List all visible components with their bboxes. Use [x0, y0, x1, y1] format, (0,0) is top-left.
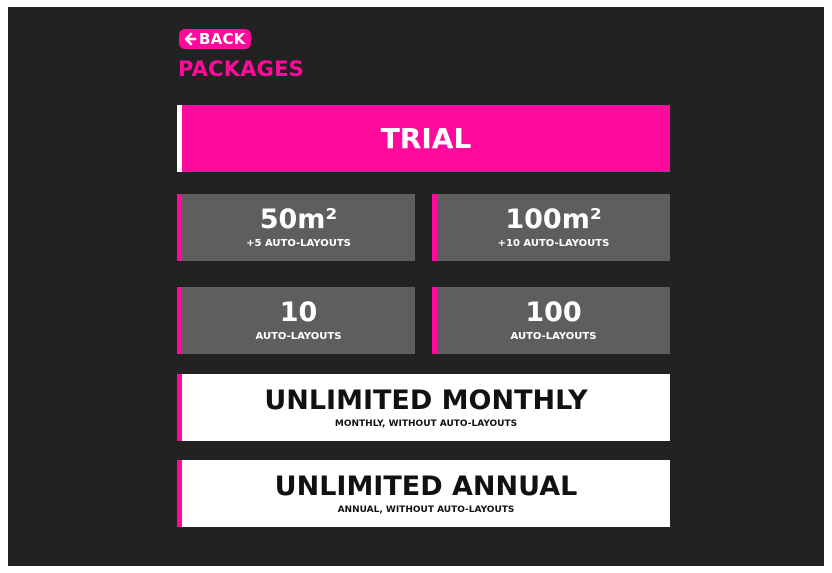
- app-screen: BACK PACKAGES TRIAL 50m² +5 AUTO-LAYOUTS…: [8, 7, 824, 566]
- package-100-layouts-button[interactable]: 100 AUTO-LAYOUTS: [432, 287, 670, 354]
- package-100-layouts-label: 100: [525, 297, 582, 328]
- package-100-layouts-sublabel: AUTO-LAYOUTS: [510, 331, 597, 342]
- package-100m2-sublabel: +10 AUTO-LAYOUTS: [497, 238, 610, 249]
- back-button-label: BACK: [199, 30, 246, 48]
- package-trial-label: TRIAL: [380, 122, 472, 155]
- package-unlimited-monthly-button[interactable]: UNLIMITED MONTHLY MONTHLY, WITHOUT AUTO-…: [177, 374, 670, 441]
- package-unlimited-annual-label: UNLIMITED ANNUAL: [274, 470, 578, 502]
- page-title: PACKAGES: [178, 57, 304, 81]
- package-unlimited-monthly-sublabel: MONTHLY, WITHOUT AUTO-LAYOUTS: [334, 418, 518, 429]
- package-100m2-button[interactable]: 100m² +10 AUTO-LAYOUTS: [432, 194, 670, 261]
- package-unlimited-annual-button[interactable]: UNLIMITED ANNUAL ANNUAL, WITHOUT AUTO-LA…: [177, 460, 670, 527]
- package-10-layouts-sublabel: AUTO-LAYOUTS: [255, 331, 342, 342]
- package-50m2-sublabel: +5 AUTO-LAYOUTS: [246, 238, 351, 249]
- package-100m2-label: 100m²: [505, 204, 602, 235]
- back-button[interactable]: BACK: [179, 29, 252, 49]
- package-trial-button[interactable]: TRIAL: [177, 105, 670, 172]
- package-50m2-button[interactable]: 50m² +5 AUTO-LAYOUTS: [177, 194, 415, 261]
- package-10-layouts-button[interactable]: 10 AUTO-LAYOUTS: [177, 287, 415, 354]
- package-10-layouts-label: 10: [279, 297, 318, 328]
- package-unlimited-monthly-label: UNLIMITED MONTHLY: [264, 384, 588, 416]
- package-50m2-label: 50m²: [259, 204, 338, 235]
- package-unlimited-annual-sublabel: ANNUAL, WITHOUT AUTO-LAYOUTS: [337, 504, 515, 515]
- back-arrow-icon: [184, 32, 197, 46]
